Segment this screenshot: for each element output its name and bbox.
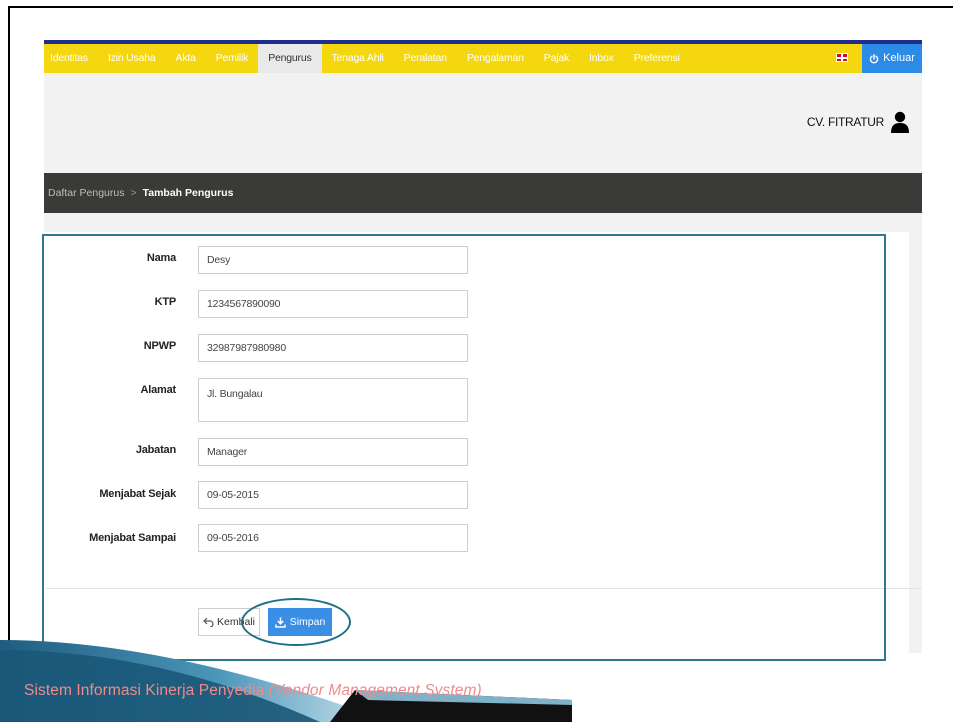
breadcrumb: Daftar Pengurus > Tambah Pengurus [44, 173, 922, 213]
nav-item-tenaga-ahli[interactable]: Tenaga Ahli [322, 44, 394, 73]
nav-item-peralatan[interactable]: Peralatan [394, 44, 457, 73]
jabatan-input[interactable] [198, 438, 468, 466]
nama-input[interactable] [198, 246, 468, 274]
alamat-textarea[interactable]: Jl. Bungalau [198, 378, 468, 422]
label-alamat: Alamat [140, 384, 177, 396]
footer-text: Sistem Informasi Kinerja Penyedia (Vendo… [24, 682, 482, 700]
label-jabatan: Jabatan [135, 444, 176, 456]
label-npwp: NPWP [143, 340, 176, 352]
ktp-input[interactable] [198, 290, 468, 318]
form-divider [46, 588, 922, 589]
nav-item-preferensi[interactable]: Preferensi [624, 44, 690, 73]
slide-frame-top [8, 6, 953, 8]
footer-title: Sistem Informasi Kinerja Penyedia [24, 682, 265, 699]
save-button[interactable]: Simpan [268, 608, 332, 636]
breadcrumb-parent[interactable]: Daftar Pengurus [44, 187, 124, 199]
nav-menu: Identitas Izin Usaha Akta Pemilik Pengur… [44, 44, 690, 73]
label-menjabat-sampai: Menjabat Sampai [89, 532, 176, 544]
uk-flag-icon[interactable] [836, 53, 848, 62]
menjabat-sejak-input[interactable] [198, 481, 468, 509]
breadcrumb-current: Tambah Pengurus [142, 187, 234, 199]
company-name: CV. FITRATUR [806, 115, 884, 129]
back-arrow-icon [203, 617, 214, 627]
back-button[interactable]: Kembali [198, 608, 260, 636]
top-navbar: Identitas Izin Usaha Akta Pemilik Pengur… [44, 40, 922, 73]
form-panel: Nama KTP NPWP Alamat Jabatan Menjabat Se… [44, 232, 909, 656]
nav-item-izin-usaha[interactable]: Izin Usaha [98, 44, 166, 73]
label-nama: Nama [146, 252, 176, 264]
nav-item-identitas[interactable]: Identitas [44, 44, 98, 73]
label-menjabat-sejak: Menjabat Sejak [99, 488, 176, 500]
back-label: Kembali [217, 616, 255, 628]
save-label: Simpan [289, 616, 326, 628]
logout-button[interactable]: Keluar [862, 44, 922, 73]
slide-frame-left [8, 6, 10, 666]
footer-subtitle: (Vendor Management System) [268, 682, 482, 699]
nav-item-akta[interactable]: Akta [166, 44, 206, 73]
menjabat-sampai-input[interactable] [198, 524, 468, 552]
nav-item-inbox[interactable]: Inbox [579, 44, 624, 73]
company-info: CV. FITRATUR [807, 111, 910, 133]
nav-item-pengalaman[interactable]: Pengalaman [457, 44, 534, 73]
nav-item-pengurus[interactable]: Pengurus [258, 44, 322, 73]
npwp-input[interactable] [198, 334, 468, 362]
label-ktp: KTP [154, 296, 177, 308]
nav-item-pajak[interactable]: Pajak [534, 44, 579, 73]
breadcrumb-separator: > [130, 187, 137, 199]
download-icon [274, 617, 286, 628]
header-band: CV. FITRATUR [44, 73, 922, 173]
user-icon[interactable] [890, 111, 910, 133]
logout-label: Keluar [883, 52, 915, 64]
power-icon [869, 53, 879, 63]
nav-item-pemilik[interactable]: Pemilik [206, 44, 258, 73]
